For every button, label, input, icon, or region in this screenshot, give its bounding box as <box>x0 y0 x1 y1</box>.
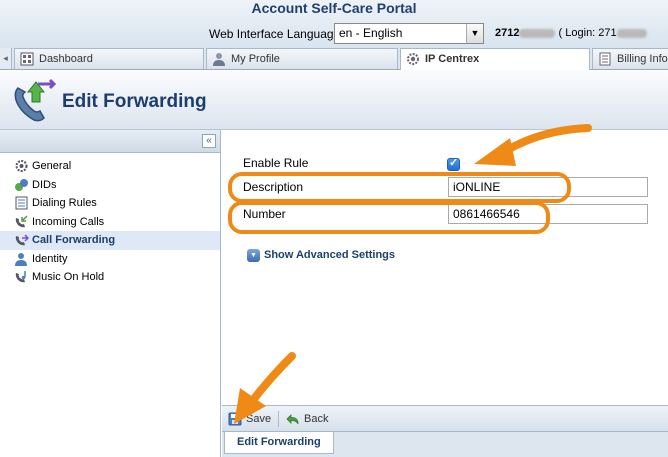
dashboard-icon <box>20 52 34 66</box>
account-info: 2712 ( Login: 271 <box>495 27 647 39</box>
tab-edit-forwarding[interactable]: Edit Forwarding <box>224 432 334 454</box>
expand-down-icon: ▼ <box>247 249 260 262</box>
sidebar-item-general[interactable]: General <box>0 157 220 176</box>
enable-rule-checkbox[interactable] <box>447 156 460 171</box>
tab-label: Dashboard <box>39 53 93 65</box>
document-icon <box>599 52 611 66</box>
sidebar-item-label: Identity <box>32 252 68 265</box>
chevron-down-icon: ▼ <box>466 24 483 43</box>
sidebar-item-dialing-rules[interactable]: Dialing Rules <box>0 194 220 213</box>
sidebar-item-label: Music On Hold <box>32 271 105 283</box>
language-value: en - English <box>339 26 403 40</box>
advanced-label: Show Advanced Settings <box>264 249 396 261</box>
sidebar-item-music-on-hold[interactable]: Music On Hold <box>0 268 220 287</box>
tab-my-profile[interactable]: My Profile <box>206 48 398 69</box>
sidebar-item-label: Dialing Rules <box>32 197 97 209</box>
sidebar-header: « <box>0 130 220 153</box>
tab-billing-info[interactable]: Billing Info <box>592 48 668 69</box>
redacted-blur <box>616 28 647 38</box>
sidebar: « General DIDs Dialing Rules Incoming Ca… <box>0 130 221 457</box>
tab-dashboard[interactable]: Dashboard <box>14 48 204 69</box>
sidebar-item-label: Call Forwarding <box>32 234 116 246</box>
identity-icon <box>15 252 27 266</box>
sidebar-item-identity[interactable]: Identity <box>0 250 220 269</box>
phone-forward-icon <box>14 78 57 122</box>
header-bar: Account Self-Care Portal Web Interface L… <box>0 0 668 48</box>
sidebar-item-label: Incoming Calls <box>32 215 105 228</box>
call-forwarding-icon <box>15 234 29 246</box>
main-tabs: ◂ Dashboard My Profile IP Centrex Billin… <box>0 48 668 70</box>
annotation-arrow-checkbox <box>474 124 592 166</box>
page-title: Edit Forwarding <box>62 91 207 112</box>
account-number: 2712 <box>495 27 520 39</box>
tab-label: Billing Info <box>617 53 668 65</box>
gear-icon <box>15 160 28 172</box>
sidebar-item-label: DIDs <box>32 178 57 191</box>
sidebar-item-label: General <box>32 160 72 172</box>
annotation-highlight-number <box>228 201 550 234</box>
incoming-call-icon <box>15 214 28 227</box>
show-advanced-settings-link[interactable]: ▼ Show Advanced Settings <box>247 249 396 262</box>
music-icon <box>15 271 26 283</box>
sidebar-list: General DIDs Dialing Rules Incoming Call… <box>0 153 220 287</box>
login-label: ( Login: 271 <box>558 27 617 39</box>
tab-label: IP Centrex <box>425 53 480 65</box>
user-icon <box>213 53 225 66</box>
redacted-blur <box>519 28 556 38</box>
collapse-sidebar-button[interactable]: « <box>202 134 216 148</box>
rules-icon <box>15 196 28 210</box>
annotation-arrow-save <box>234 352 296 424</box>
bottom-tab-bar: Edit Forwarding <box>222 431 668 457</box>
sidebar-item-call-forwarding[interactable]: Call Forwarding <box>0 231 220 250</box>
gear-icon <box>407 53 419 65</box>
sidebar-item-dids[interactable]: DIDs <box>0 176 220 195</box>
tab-label: My Profile <box>231 53 280 65</box>
language-select[interactable]: en - English ▼ <box>334 23 484 44</box>
portal-title: Account Self-Care Portal <box>251 0 417 16</box>
phone-numbers-icon <box>15 178 28 191</box>
tab-ip-centrex[interactable]: IP Centrex <box>400 48 590 70</box>
sidebar-item-incoming-calls[interactable]: Incoming Calls <box>0 213 220 232</box>
enable-rule-label: Enable Rule <box>243 156 309 170</box>
language-label: Web Interface Language: <box>209 27 344 41</box>
tab-scroll-left-icon[interactable]: ◂ <box>0 48 12 69</box>
